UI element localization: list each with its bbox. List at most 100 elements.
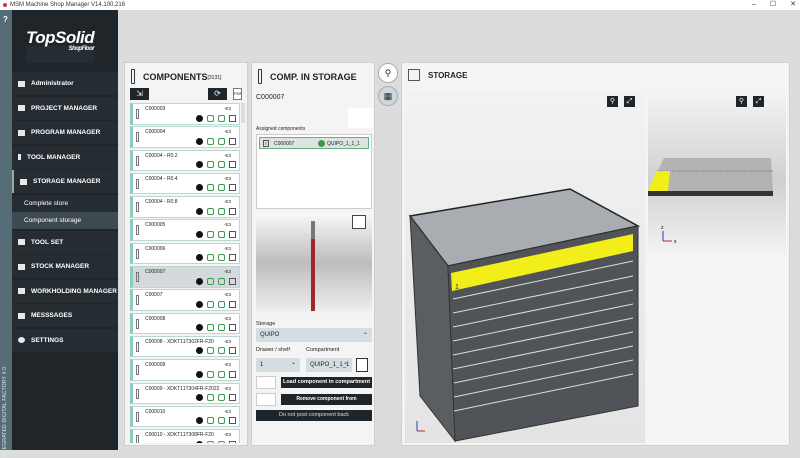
- sidebar-item-program-manager[interactable]: PROGRAM MANAGER: [12, 121, 118, 144]
- sidebar-item-storage-manager[interactable]: STORAGE MANAGER: [12, 170, 118, 193]
- sidebar-item-tool-manager[interactable]: TOOL MANAGER: [12, 145, 118, 169]
- sidebar-item-settings[interactable]: SETTINGS: [12, 328, 118, 352]
- link-icon[interactable]: [196, 347, 203, 355]
- document-check-icon[interactable]: [218, 254, 225, 262]
- main-3d-view[interactable]: 1: [405, 91, 645, 443]
- document-icon[interactable]: [207, 394, 214, 402]
- drawer-icon[interactable]: [229, 137, 236, 145]
- component-row[interactable]: C000004 -E3: [130, 126, 240, 148]
- no-post-button[interactable]: Do not post component back: [256, 410, 372, 421]
- sidebar-sub-complete-store[interactable]: Complete store: [12, 194, 118, 212]
- document-check-icon[interactable]: [218, 417, 225, 425]
- remove-button[interactable]: Remove component from compartment: [281, 394, 372, 413]
- user-item[interactable]: Administrator: [12, 72, 118, 95]
- document-check-icon[interactable]: [218, 277, 225, 285]
- drawer-icon[interactable]: [229, 277, 236, 285]
- drawer-icon[interactable]: [229, 114, 236, 122]
- component-row[interactable]: C000010 -E3: [130, 405, 240, 428]
- component-row[interactable]: C00004 - R0.4 -E3: [130, 172, 240, 195]
- drawer-icon[interactable]: [229, 207, 236, 215]
- drawer-icon[interactable]: [229, 300, 236, 308]
- assigned-item[interactable]: ≡ C000007 QUIPO_1_1_1: [259, 137, 369, 149]
- document-check-icon[interactable]: [218, 370, 225, 378]
- document-icon[interactable]: [207, 300, 214, 308]
- drawer-icon[interactable]: [229, 184, 236, 192]
- maximize-button[interactable]: ☐: [770, 0, 776, 10]
- drawer-icon[interactable]: [229, 370, 236, 378]
- link-icon[interactable]: [196, 207, 203, 215]
- component-row[interactable]: C00004 - R0.8 -E3: [130, 196, 240, 218]
- component-row[interactable]: C000007 -E3: [130, 266, 240, 288]
- component-row[interactable]: C00010 - XDKT11T308FR-F20 -E3: [130, 429, 240, 443]
- zoom-icon[interactable]: ⚲: [607, 96, 618, 107]
- document-check-icon[interactable]: [218, 394, 225, 402]
- component-row[interactable]: C000008 -E3: [130, 312, 240, 335]
- document-icon[interactable]: [207, 184, 214, 192]
- link-icon[interactable]: [196, 300, 203, 308]
- drawer-select[interactable]: 1: [256, 356, 300, 372]
- document-icon[interactable]: [207, 370, 214, 378]
- component-row[interactable]: C000006 -E3: [130, 242, 240, 265]
- document-icon[interactable]: [207, 440, 214, 443]
- drawer-icon[interactable]: [229, 254, 236, 262]
- link-icon[interactable]: [196, 161, 203, 169]
- document-icon[interactable]: [207, 137, 214, 145]
- document-check-icon[interactable]: [218, 184, 225, 192]
- drawer-icon[interactable]: [229, 394, 236, 402]
- sidebar-item-tool-set[interactable]: TOOL SET: [12, 230, 118, 254]
- link-icon[interactable]: [196, 394, 203, 402]
- document-icon[interactable]: [207, 207, 214, 215]
- component-row[interactable]: C00007 -E3: [130, 289, 240, 311]
- scrollbar[interactable]: [241, 103, 245, 123]
- link-icon[interactable]: [196, 370, 203, 378]
- document-check-icon[interactable]: [218, 300, 225, 308]
- document-icon[interactable]: [207, 324, 214, 332]
- drawer-icon[interactable]: [229, 324, 236, 332]
- document-check-icon[interactable]: [218, 114, 225, 122]
- document-check-icon[interactable]: [218, 207, 225, 215]
- sidebar-item-stock-manager[interactable]: STOCK MANAGER: [12, 255, 118, 278]
- link-icon[interactable]: [196, 184, 203, 192]
- link-icon[interactable]: [196, 277, 203, 285]
- fullscreen-icon[interactable]: ⤢: [624, 96, 635, 107]
- component-row[interactable]: C000005 -E3: [130, 219, 240, 241]
- component-row[interactable]: C00004 - R0.2 -E3: [130, 149, 240, 172]
- link-icon[interactable]: [196, 324, 203, 332]
- document-icon[interactable]: [207, 347, 214, 355]
- document-check-icon[interactable]: [218, 137, 225, 145]
- datamatrix-scan-icon[interactable]: [356, 358, 368, 372]
- compartment-select[interactable]: QUIPO_1_1_1: [306, 356, 352, 372]
- datamatrix-icon[interactable]: [352, 215, 366, 229]
- storage-view-button[interactable]: ▦: [378, 86, 398, 106]
- link-icon[interactable]: [196, 417, 203, 425]
- component-row[interactable]: C000003 -E3: [130, 103, 240, 125]
- link-icon[interactable]: [196, 230, 203, 238]
- side-3d-view[interactable]: z x: [648, 91, 786, 256]
- drawer-icon[interactable]: [229, 417, 236, 425]
- drawer-icon[interactable]: [229, 230, 236, 238]
- component-row[interactable]: C00008 - XDKT11T302FR-F20 -E3: [130, 335, 240, 358]
- component-row[interactable]: C00009 - XDKT11T304FR-F2022 -E3: [130, 382, 240, 405]
- document-check-icon[interactable]: [218, 161, 225, 169]
- import-button[interactable]: ⇲: [130, 88, 149, 100]
- link-icon[interactable]: [196, 254, 203, 262]
- link-icon[interactable]: [196, 114, 203, 122]
- sidebar-item-project-manager[interactable]: PROJECT MANAGER: [12, 96, 118, 120]
- load-button[interactable]: Load component in compartment: [281, 377, 372, 388]
- document-check-icon[interactable]: [218, 347, 225, 355]
- sidebar-sub-component-storage[interactable]: Component storage: [12, 211, 118, 229]
- storage-select[interactable]: QUIPO: [256, 326, 372, 342]
- document-icon[interactable]: [207, 230, 214, 238]
- document-icon[interactable]: [207, 277, 214, 285]
- link-icon[interactable]: [196, 440, 203, 443]
- zoom-icon[interactable]: ⚲: [736, 96, 747, 107]
- drawer-icon[interactable]: [229, 440, 236, 443]
- link-icon[interactable]: [196, 137, 203, 145]
- document-icon[interactable]: [207, 161, 214, 169]
- close-button[interactable]: ✕: [790, 0, 796, 10]
- sidebar-item-messages[interactable]: MESSSAGES: [12, 304, 118, 327]
- document-icon[interactable]: [207, 114, 214, 122]
- document-icon[interactable]: [207, 254, 214, 262]
- component-row[interactable]: C000009 -E3: [130, 359, 240, 381]
- sidebar-item-workholding-manager[interactable]: WORKHOLDING MANAGER: [12, 279, 118, 303]
